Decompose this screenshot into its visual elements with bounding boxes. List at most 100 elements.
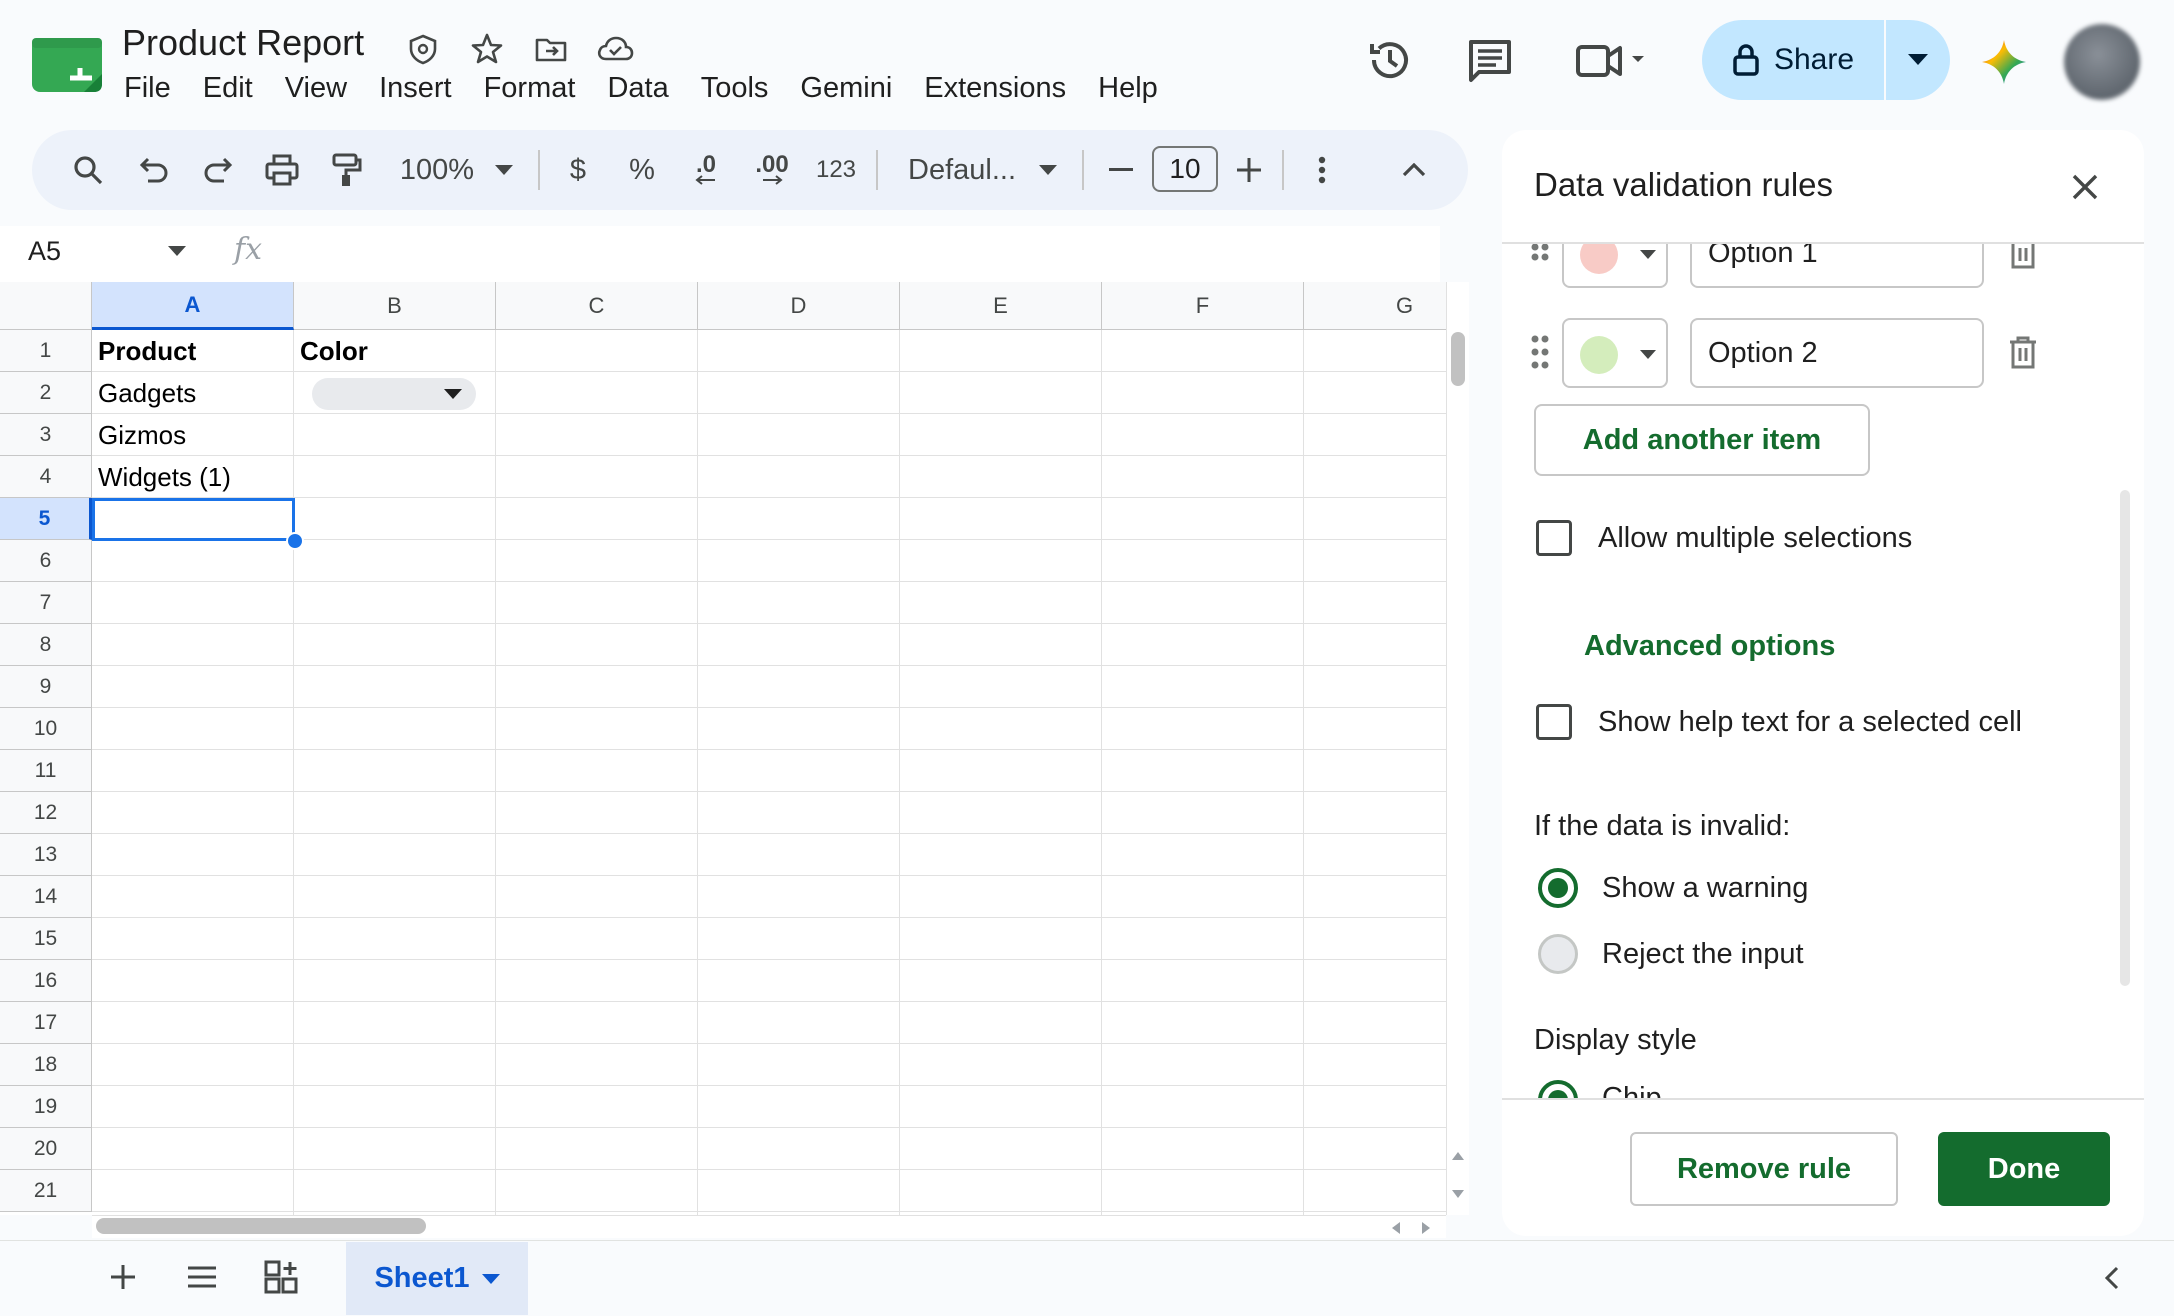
remove-rule-button[interactable]: Remove rule (1630, 1132, 1898, 1206)
row-header-10[interactable]: 10 (0, 708, 92, 750)
add-another-item-button[interactable]: Add another item (1534, 404, 1870, 476)
number-format-button[interactable]: 123 (812, 150, 860, 190)
column-header-g[interactable]: G (1304, 282, 1452, 330)
zoom-dropdown-icon[interactable] (492, 150, 516, 190)
row-header-5[interactable]: 5 (0, 498, 92, 540)
share-dropdown-button[interactable] (1886, 20, 1950, 100)
option-2-input[interactable]: Option 2 (1690, 318, 1984, 388)
drag-handle-icon[interactable] (1530, 334, 1550, 370)
row-header-2[interactable]: 2 (0, 372, 92, 414)
print-icon[interactable] (262, 150, 302, 190)
increase-font-size-icon[interactable] (1234, 150, 1264, 190)
fill-handle[interactable] (286, 532, 304, 550)
delete-option-2-icon[interactable] (2008, 336, 2038, 370)
zoom-select[interactable]: 100% (392, 150, 482, 190)
cell-a2[interactable]: Gadgets (98, 378, 196, 409)
row-header-11[interactable]: 11 (0, 750, 92, 792)
option-2-color-select[interactable] (1562, 318, 1668, 388)
row-header-9[interactable]: 9 (0, 666, 92, 708)
star-icon[interactable] (470, 32, 504, 66)
row-header-15[interactable]: 15 (0, 918, 92, 960)
search-menus-icon[interactable] (68, 150, 108, 190)
cell-b1[interactable]: Color (300, 336, 368, 367)
avatar[interactable] (2064, 24, 2140, 100)
font-select[interactable]: Defaul... (900, 150, 1024, 190)
menu-format[interactable]: Format (468, 72, 592, 105)
row-header-16[interactable]: 16 (0, 960, 92, 1002)
menu-extensions[interactable]: Extensions (908, 72, 1082, 105)
menu-help[interactable]: Help (1082, 72, 1174, 105)
dropdown-chip-b2[interactable] (312, 378, 476, 410)
collapse-side-panel-chevron-left-icon[interactable] (2104, 1266, 2120, 1290)
show-help-text-checkbox[interactable] (1536, 704, 1572, 740)
row-header-17[interactable]: 17 (0, 1002, 92, 1044)
document-title[interactable]: Product Report (122, 22, 364, 64)
vertical-scrollbar[interactable] (1446, 282, 1469, 1215)
name-box-dropdown-icon[interactable] (168, 246, 186, 256)
redo-icon[interactable] (198, 150, 238, 190)
share-button[interactable]: Share (1702, 20, 1884, 100)
paint-format-icon[interactable] (326, 150, 366, 190)
menu-gemini[interactable]: Gemini (784, 72, 908, 105)
row-header-13[interactable]: 13 (0, 834, 92, 876)
show-warning-radio[interactable] (1538, 868, 1578, 908)
shield-icon[interactable] (406, 32, 440, 66)
all-sheets-icon[interactable] (186, 1264, 218, 1290)
advanced-options-link[interactable]: Advanced options (1584, 630, 1835, 663)
cloud-saved-icon[interactable] (596, 32, 634, 66)
row-header-1[interactable]: 1 (0, 330, 92, 372)
currency-format-button[interactable]: $ (560, 150, 596, 190)
row-header-6[interactable]: 6 (0, 540, 92, 582)
move-folder-icon[interactable] (534, 32, 568, 66)
percent-format-button[interactable]: % (624, 150, 660, 190)
meet-icon[interactable] (1574, 36, 1644, 84)
hide-menus-chevron-up-icon[interactable] (1398, 150, 1430, 190)
menu-view[interactable]: View (269, 72, 363, 105)
spreadsheet-grid[interactable]: A B C D E F G 1 2 3 4 5 6 7 8 9 10 11 12… (0, 282, 1452, 1215)
drag-handle-icon[interactable] (1530, 244, 1550, 272)
sheets-logo-icon[interactable] (32, 38, 102, 92)
row-header-20[interactable]: 20 (0, 1128, 92, 1170)
column-header-d[interactable]: D (698, 282, 900, 330)
add-sheet-icon[interactable] (108, 1262, 138, 1292)
column-header-c[interactable]: C (496, 282, 698, 330)
row-header-21[interactable]: 21 (0, 1170, 92, 1212)
gemini-icon[interactable] (1980, 38, 2028, 86)
option-1-input[interactable]: Option 1 (1690, 244, 1984, 288)
increase-decimal-button[interactable]: .00 (746, 150, 798, 190)
row-header-14[interactable]: 14 (0, 876, 92, 918)
cell-a4[interactable]: Widgets (1) (98, 462, 231, 493)
sheet-tab-sheet1[interactable]: Sheet1 (346, 1242, 528, 1315)
comments-icon[interactable] (1466, 36, 1514, 84)
menu-edit[interactable]: Edit (187, 72, 269, 105)
select-all-corner[interactable] (0, 282, 92, 330)
row-header-3[interactable]: 3 (0, 414, 92, 456)
allow-multiple-checkbox[interactable] (1536, 520, 1572, 556)
row-header-4[interactable]: 4 (0, 456, 92, 498)
version-history-icon[interactable] (1366, 36, 1414, 84)
delete-option-1-icon[interactable] (2008, 244, 2038, 270)
column-header-f[interactable]: F (1102, 282, 1304, 330)
font-dropdown-icon[interactable] (1036, 150, 1060, 190)
name-box[interactable]: A5 (28, 236, 61, 267)
panel-scrollbar[interactable] (2120, 490, 2130, 986)
cell-a1[interactable]: Product (98, 336, 196, 367)
undo-icon[interactable] (134, 150, 174, 190)
selected-cell-a5[interactable] (92, 498, 295, 541)
row-header-7[interactable]: 7 (0, 582, 92, 624)
done-button[interactable]: Done (1938, 1132, 2110, 1206)
font-size-input[interactable]: 10 (1152, 146, 1218, 192)
cell-a3[interactable]: Gizmos (98, 420, 186, 451)
row-header-12[interactable]: 12 (0, 792, 92, 834)
row-header-18[interactable]: 18 (0, 1044, 92, 1086)
row-header-19[interactable]: 19 (0, 1086, 92, 1128)
horizontal-scroll-thumb[interactable] (96, 1218, 426, 1234)
decrease-font-size-icon[interactable] (1106, 150, 1136, 190)
close-icon[interactable] (2068, 170, 2102, 204)
menu-insert[interactable]: Insert (363, 72, 468, 105)
menu-data[interactable]: Data (591, 72, 684, 105)
column-header-b[interactable]: B (294, 282, 496, 330)
explore-icon[interactable] (264, 1260, 300, 1294)
decrease-decimal-button[interactable]: .0 (684, 150, 728, 190)
column-header-e[interactable]: E (900, 282, 1102, 330)
